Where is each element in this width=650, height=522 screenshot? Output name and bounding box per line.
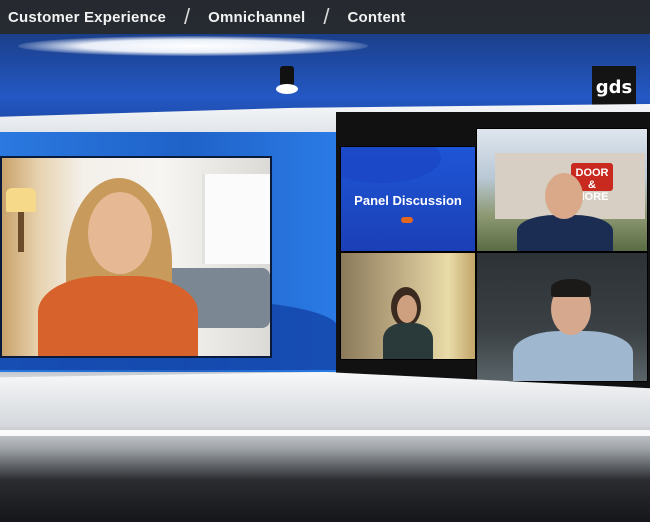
panel-title: Panel Discussion [354, 193, 462, 208]
speaker-face [88, 192, 152, 274]
ceiling-light [18, 36, 368, 56]
bow-icon [401, 217, 413, 223]
breadcrumb-item-content[interactable]: Content [348, 9, 406, 26]
breadcrumb-separator: / [184, 4, 191, 29]
speaker-hair [551, 279, 591, 297]
background-window [202, 174, 270, 264]
floor-light-line [0, 430, 650, 436]
speaker-shirt [513, 331, 633, 381]
virtual-studio-scene: Customer Experience / Omnichannel / Cont… [0, 0, 650, 522]
panel-swoosh-decoration [341, 147, 441, 183]
speaker-suit [517, 215, 613, 251]
breadcrumb-item-omnichannel[interactable]: Omnichannel [208, 9, 305, 26]
video-tile-panel-title: Panel Discussion [340, 146, 476, 252]
logo-text: gds [595, 76, 633, 98]
lamp-shade [6, 188, 36, 212]
breadcrumb: Customer Experience / Omnichannel / Cont… [0, 0, 650, 34]
video-tile-speaker-man [476, 252, 648, 382]
speaker-top [383, 323, 433, 359]
speaker-face [545, 173, 583, 219]
video-tile-speaker-woman [340, 252, 476, 360]
breadcrumb-item-customer-experience[interactable]: Customer Experience [8, 9, 166, 26]
gds-logo: gds [592, 66, 636, 108]
speaker-sweater [38, 276, 198, 356]
spotlight-icon [280, 66, 294, 86]
lamp-stand [18, 212, 24, 252]
video-tile-speaker-main [0, 156, 272, 358]
breadcrumb-separator: / [323, 4, 330, 29]
video-tile-speaker-store: DOOR & MORE [476, 128, 648, 252]
spotlight-beam [276, 84, 298, 94]
speaker-face [397, 295, 417, 323]
